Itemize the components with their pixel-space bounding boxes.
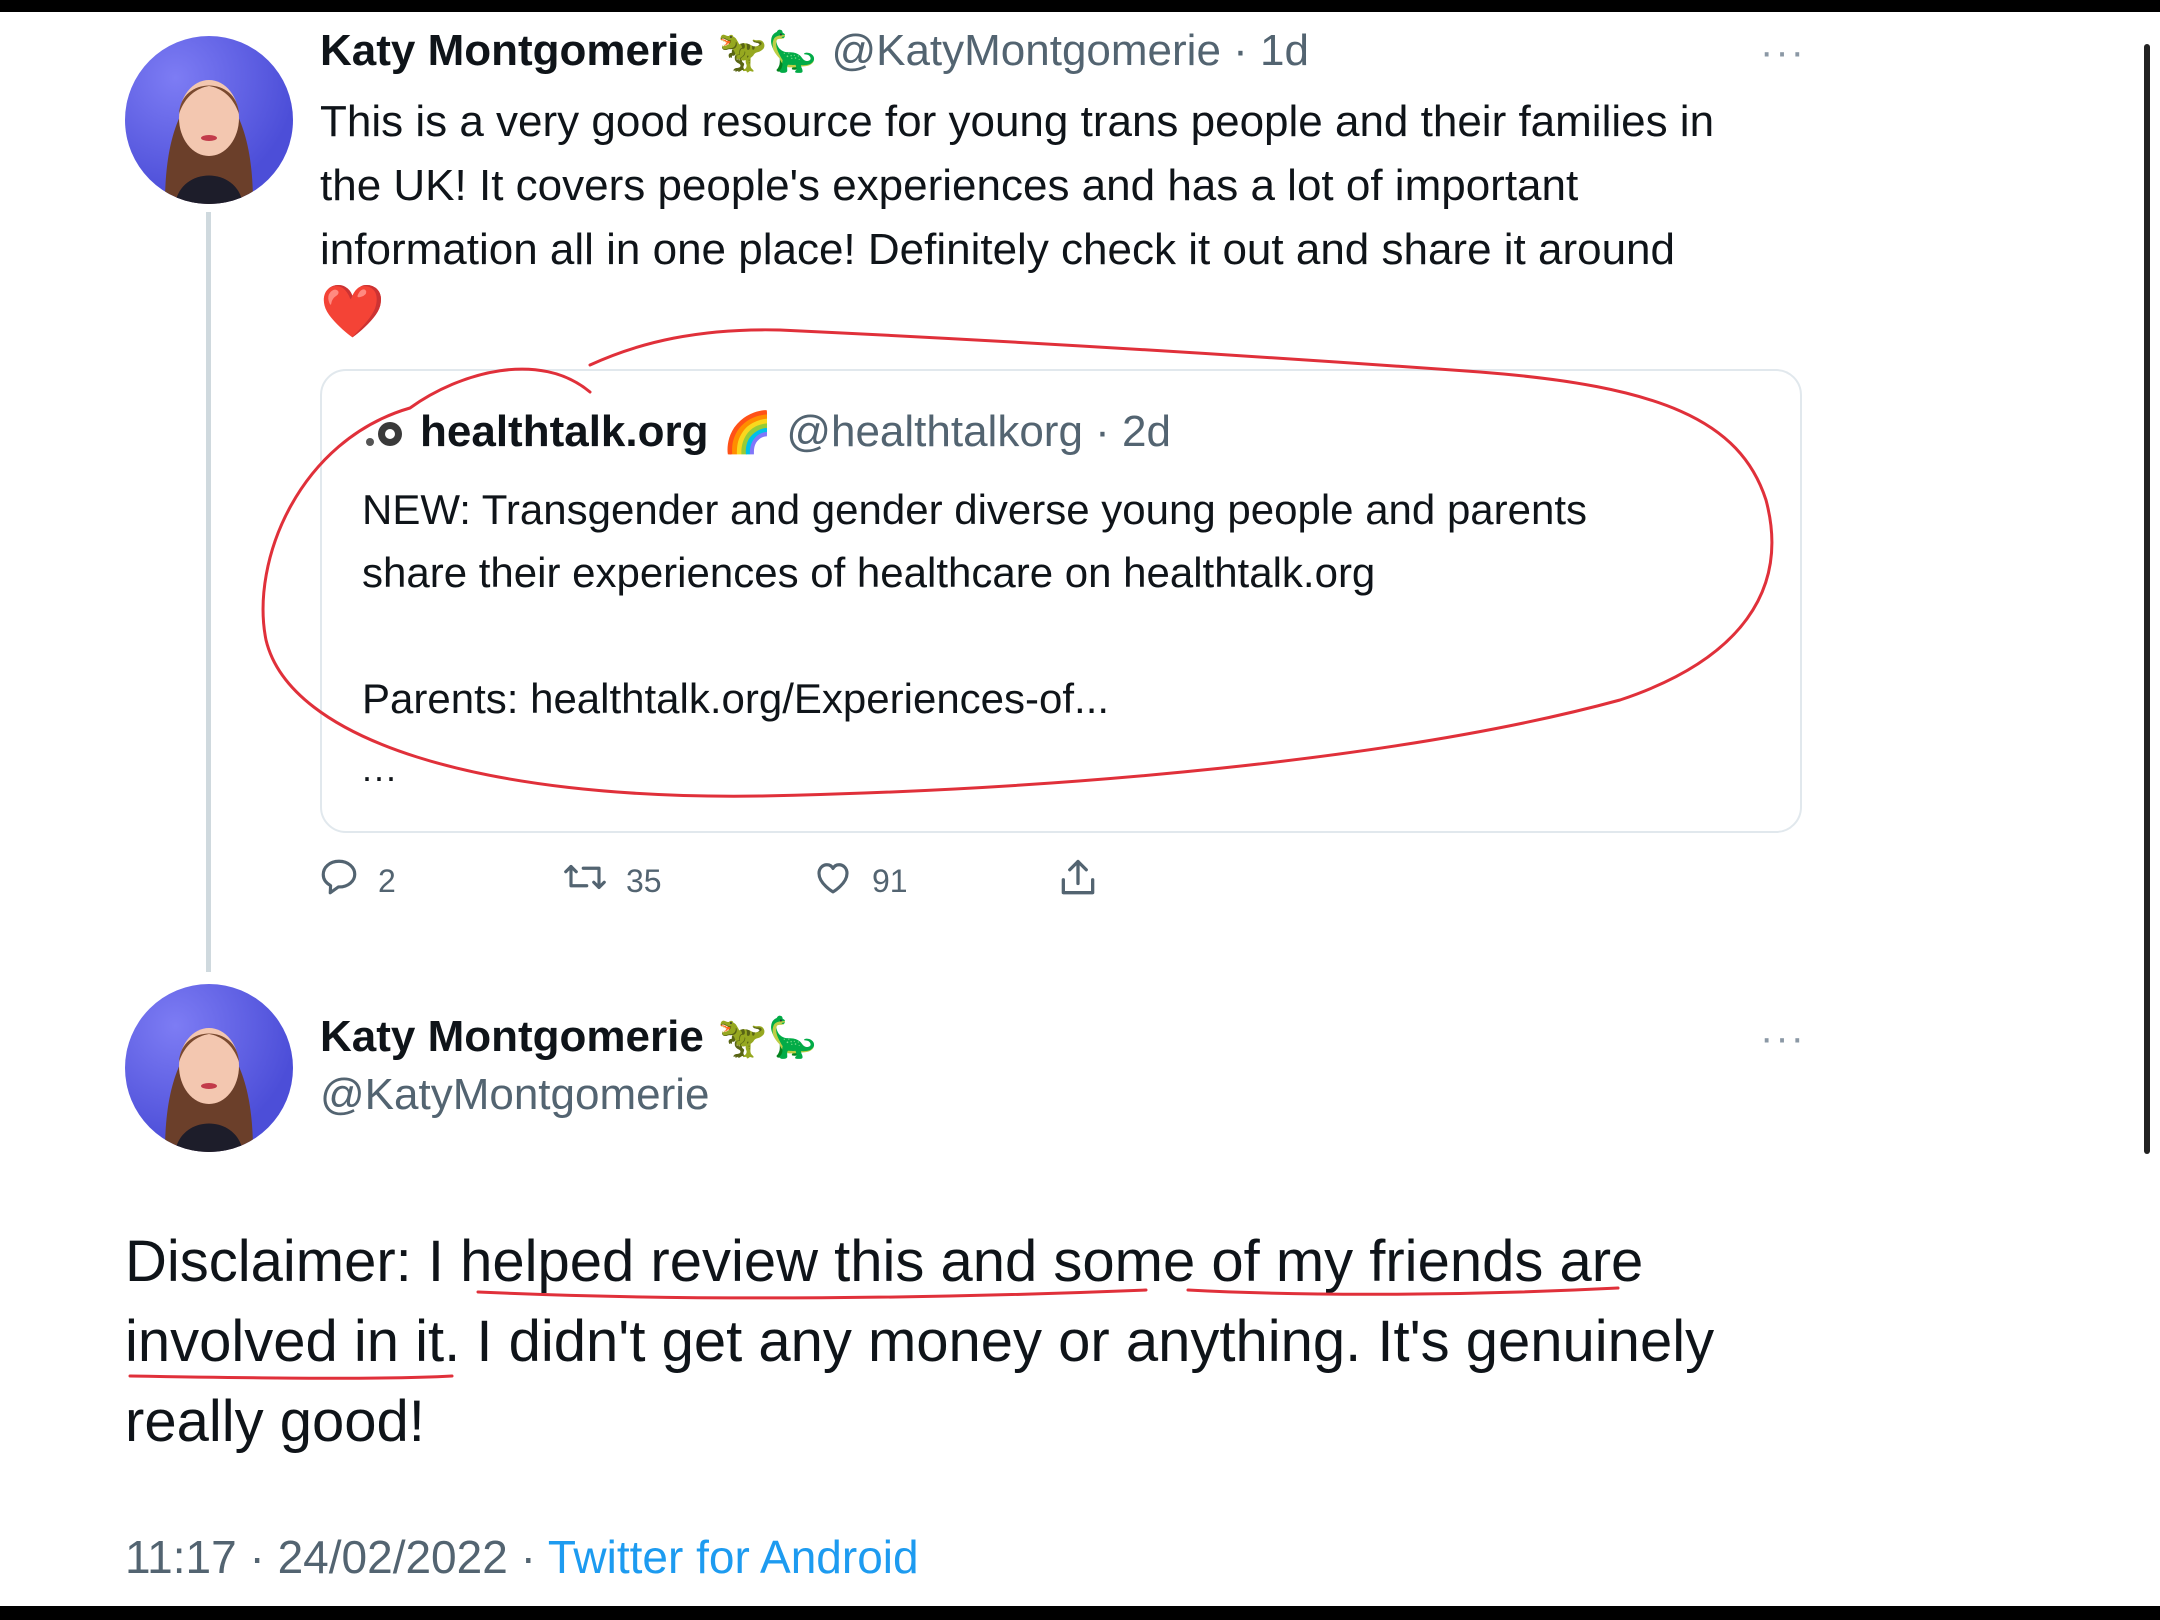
avatar[interactable] — [125, 36, 293, 204]
time-and-date[interactable]: 11:17 · 24/02/2022 · — [125, 1531, 548, 1583]
reply-button[interactable]: 2 — [318, 856, 396, 906]
quoted-handle-and-time[interactable]: @healthtalkorg · 2d — [786, 407, 1171, 457]
tweet-text: This is a very good resource for young t… — [320, 90, 1900, 342]
more-options-icon[interactable]: ··· — [1760, 1016, 1806, 1061]
heart-icon — [812, 856, 854, 906]
healthtalk-logo-icon — [362, 412, 406, 452]
quoted-tweet-header: healthtalk.org 🌈 @healthtalkorg · 2d — [362, 406, 1171, 457]
tweet-text-line: the UK! It covers people's experiences a… — [320, 161, 1579, 210]
source-link[interactable]: Twitter for Android — [548, 1531, 919, 1583]
top-bar — [0, 0, 2160, 12]
more-options-icon[interactable]: ··· — [1760, 30, 1806, 75]
quoted-text-line: Parents: healthtalk.org/Experiences-of..… — [362, 675, 1110, 722]
retweet-button[interactable]: 35 — [562, 856, 662, 906]
quoted-text-line: share their experiences of healthcare on… — [362, 549, 1376, 596]
main-tweet-line: really good! — [125, 1389, 425, 1454]
retweet-icon — [562, 856, 608, 906]
dinosaur-emoji: 🦖🦕 — [717, 1016, 818, 1060]
avatar[interactable] — [125, 984, 293, 1152]
like-button[interactable]: 91 — [812, 856, 908, 906]
quoted-display-name[interactable]: healthtalk.org — [420, 407, 709, 457]
handle-and-time[interactable]: @KatyMontgomerie · 1d — [831, 26, 1309, 76]
tweet-metadata: 11:17 · 24/02/2022 · Twitter for Android — [125, 1530, 919, 1584]
dinosaur-emoji: 🦖🦕 — [717, 30, 818, 74]
thread-line — [206, 212, 211, 972]
quoted-text-line: NEW: Transgender and gender diverse youn… — [362, 486, 1588, 533]
tweet-header: Katy Montgomerie 🦖🦕 — [320, 1012, 817, 1062]
rainbow-emoji: 🌈 — [722, 411, 773, 455]
heart-emoji: ❤️ — [320, 283, 385, 341]
share-button[interactable] — [1056, 856, 1100, 908]
tweet-text-line: This is a very good resource for young t… — [320, 97, 1715, 146]
display-name[interactable]: Katy Montgomerie — [320, 1012, 704, 1062]
main-tweet-line: Disclaimer: I helped review this and som… — [125, 1229, 1644, 1294]
like-count: 91 — [872, 862, 908, 899]
tweet-text-line: information all in one place! Definitely… — [320, 225, 1675, 274]
scrollbar[interactable] — [2144, 44, 2150, 1154]
retweet-count: 35 — [626, 862, 662, 899]
display-name[interactable]: Katy Montgomerie — [320, 26, 704, 76]
main-tweet-line: involved in it. I didn't get any money o… — [125, 1309, 1715, 1374]
reply-icon — [318, 856, 360, 906]
handle[interactable]: @KatyMontgomerie — [320, 1070, 710, 1120]
quoted-tweet-text: NEW: Transgender and gender diverse youn… — [362, 478, 1762, 730]
share-icon — [1056, 856, 1100, 908]
quoted-ellipsis: ... — [362, 748, 399, 789]
tweet-header: Katy Montgomerie 🦖🦕 @KatyMontgomerie · 1… — [320, 26, 1309, 76]
bottom-bar — [0, 1606, 2160, 1620]
main-tweet-text: Disclaimer: I helped review this and som… — [125, 1222, 1985, 1462]
reply-count: 2 — [378, 862, 396, 899]
